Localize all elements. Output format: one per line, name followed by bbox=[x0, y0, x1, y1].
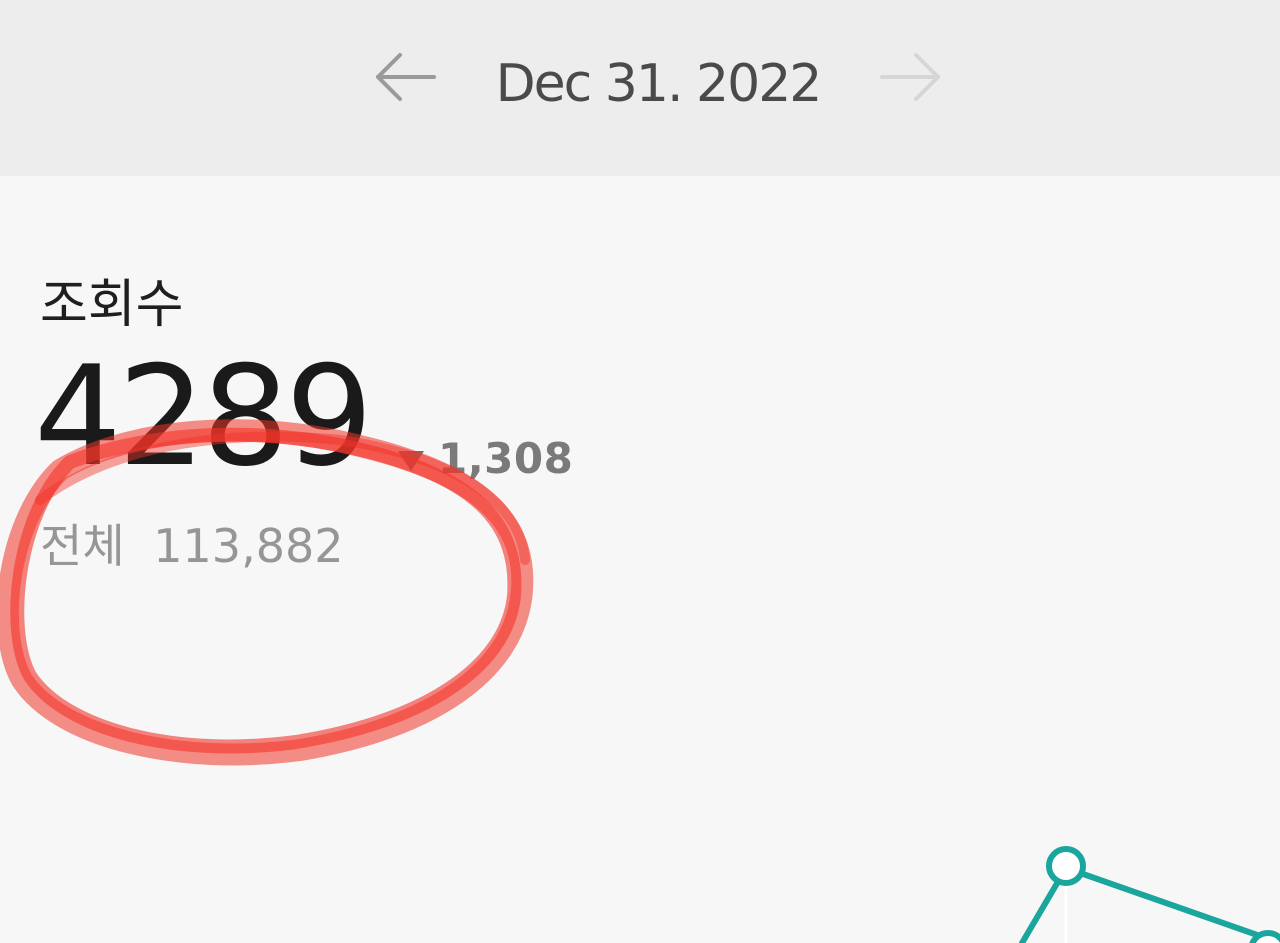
views-stats-panel: 조회수 4289 1,308 전체 113,882 bbox=[0, 176, 1280, 943]
views-total-value: 113,882 bbox=[153, 519, 344, 573]
prev-date-button[interactable] bbox=[370, 44, 442, 110]
views-change-value: 1,308 bbox=[438, 433, 574, 483]
views-total: 전체 113,882 bbox=[40, 514, 344, 578]
views-title: 조회수 bbox=[40, 275, 184, 335]
date-label: Dec 31. 2022 bbox=[495, 54, 823, 114]
views-count: 4289 bbox=[34, 336, 373, 497]
arrow-right-icon bbox=[880, 53, 940, 101]
arrow-left-icon bbox=[376, 53, 436, 101]
views-total-label: 전체 bbox=[40, 519, 125, 573]
next-date-button[interactable] bbox=[874, 44, 946, 110]
down-triangle-icon bbox=[398, 451, 424, 471]
date-header: Dec 31. 2022 bbox=[0, 0, 1280, 176]
views-change: 1,308 bbox=[398, 432, 573, 484]
